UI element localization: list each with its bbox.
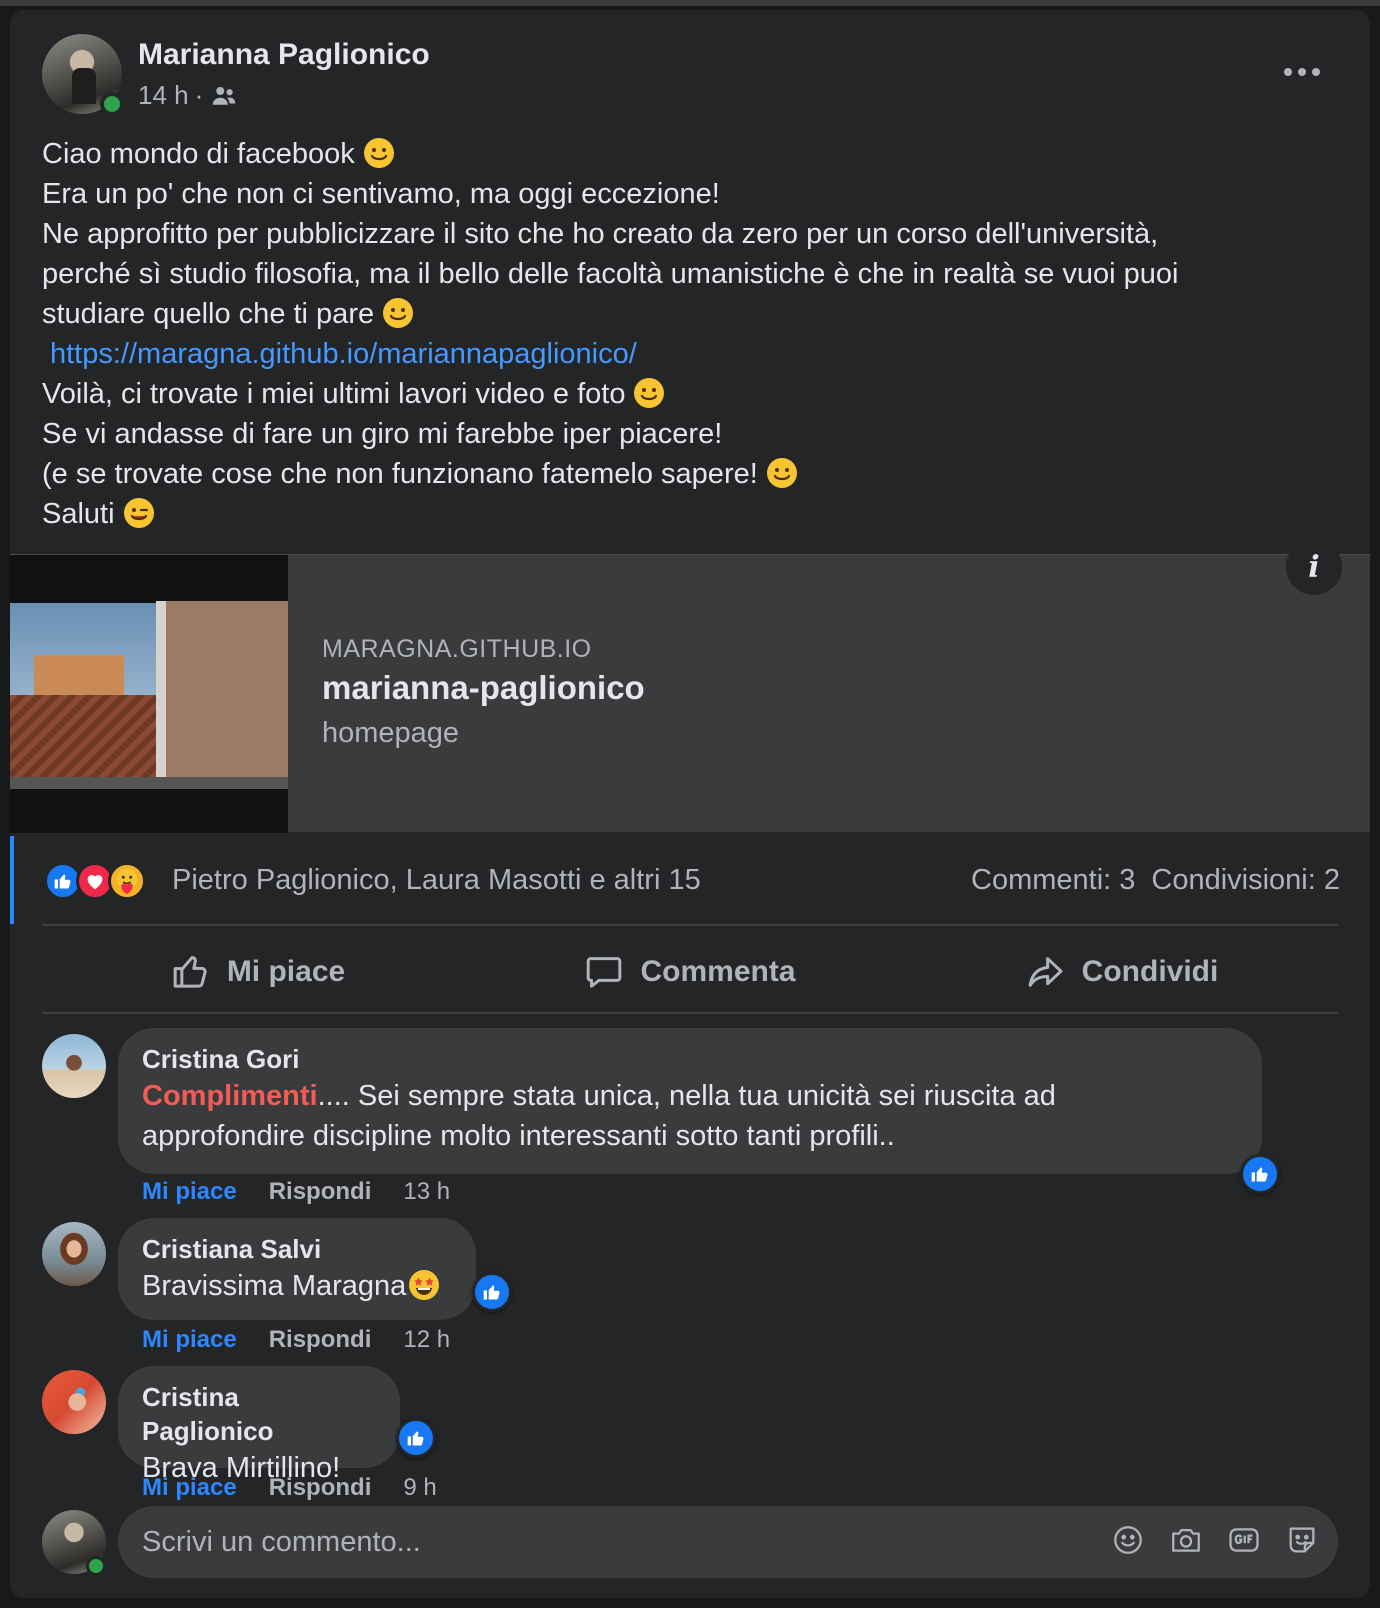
commenter-avatar[interactable] [42,1222,106,1286]
post-line: Ne approfitto per pubblicizzare il sito … [42,218,1159,250]
care-reaction-icon [108,862,146,900]
engagement-counts: Commenti: 3 Condivisioni: 2 [971,864,1340,897]
author-name[interactable]: Marianna Paglionico [138,38,430,72]
link-preview-domain: MARAGNA.GITHUB.IO [322,635,592,663]
meta-separator: · [194,80,204,110]
smile-emoji-icon [363,138,394,168]
divider [42,924,1338,926]
reaction-icons[interactable] [44,862,146,900]
more-dot-icon [1284,68,1292,76]
comment-like-badge[interactable] [1240,1154,1280,1194]
more-options-button[interactable] [1274,54,1330,90]
post-line: Saluti [42,494,1332,534]
comment-reply-link[interactable]: Rispondi [269,1178,372,1206]
gif-icon [1229,1528,1259,1552]
post-line: perché sì studio filosofia, ma il bello … [42,258,1179,290]
sticker-icon [1289,1527,1315,1553]
post-text: Ciao mondo di facebook Era un po' che no… [42,134,1332,534]
comment-input[interactable] [142,1522,1042,1562]
comment-button-label: Commenta [640,955,796,988]
sticker-button[interactable] [1284,1522,1320,1558]
reactions-bar: Pietro Paglionico, Laura Masotti e altri… [10,836,1370,924]
comment-actions: Mi piace Rispondi 12 h [142,1326,450,1354]
wink-emoji-icon [123,498,154,528]
thumbs-up-icon [173,956,207,988]
online-status-dot [100,92,124,116]
post-card: Marianna Paglionico 14 h · Ciao mondo di… [10,10,1370,1598]
post-line: Voilà, ci trovate i miei ultimi lavori v… [42,374,1332,414]
post-line: studiare quello che ti pare [42,294,1332,334]
smile-emoji-icon [383,298,414,328]
comment-composer [118,1506,1338,1578]
comment-time[interactable]: 12 h [403,1326,450,1354]
commenter-name[interactable]: Cristina Gori [142,1042,1238,1076]
comment-actions: Mi piace Rispondi 13 h [142,1178,450,1206]
more-dot-icon [1298,68,1306,76]
comment-text: Bravissima Maragna [142,1266,452,1306]
post-link-line: https://maragna.github.io/mariannapaglio… [42,334,1332,374]
comment-like-badge[interactable] [472,1272,512,1312]
commenter-avatar[interactable] [42,1370,106,1434]
link-preview-title[interactable]: marianna-paglionico [322,669,645,707]
friends-icon[interactable] [209,81,239,111]
like-button-label: Mi piace [226,955,346,988]
commenter-avatar[interactable] [42,1034,106,1098]
comment-time[interactable]: 13 h [403,1178,450,1206]
share-button[interactable]: Condividi [906,932,1338,1012]
comment-like-link[interactable]: Mi piace [142,1326,237,1354]
smile-emoji-icon [634,378,665,408]
comments-count[interactable]: Commenti: 3 [971,864,1135,897]
comment-reply-link[interactable]: Rispondi [269,1474,372,1502]
comment-bubble: Cristina Paglionico Brava Mirtillino! [118,1366,400,1484]
comment-time[interactable]: 9 h [403,1474,436,1502]
divider [42,1012,1338,1014]
comment-actions: Mi piace Rispondi 9 h [142,1474,437,1502]
post-line: Se vi andasse di fare un giro mi farebbe… [42,418,723,450]
link-preview-thumbnail[interactable] [10,555,288,833]
camera-button[interactable] [1168,1522,1204,1558]
smile-emoji-icon [766,458,797,488]
comment-highlight: Complimenti [142,1080,318,1112]
emoji-button[interactable] [1110,1522,1146,1558]
gif-button[interactable] [1226,1522,1262,1558]
comment-icon [587,957,622,988]
comment-like-link[interactable]: Mi piace [142,1474,237,1502]
comment-text: approfondire discipline molto interessan… [142,1120,895,1152]
post-link[interactable]: https://maragna.github.io/mariannapaglio… [50,338,637,370]
post-line: Ciao mondo di facebook [42,134,1332,174]
comment-bubble: Cristiana Salvi Bravissima Maragna [118,1218,476,1320]
post-line: (e se trovate cose che non funzionano fa… [42,454,1332,494]
camera-icon [1172,1528,1200,1552]
more-dot-icon [1312,68,1320,76]
comment-like-badge[interactable] [396,1418,436,1458]
star-struck-emoji-icon [409,1270,440,1300]
like-button[interactable]: Mi piace [42,932,474,1012]
comment-like-link[interactable]: Mi piace [142,1178,237,1206]
comment-button[interactable]: Commenta [474,932,906,1012]
comment-text: Complimenti.... Sei sempre stata unica, … [142,1080,1056,1112]
shares-count[interactable]: Condivisioni: 2 [1151,864,1340,897]
link-preview-subtitle: homepage [322,717,460,749]
share-arrow-icon [1028,957,1063,987]
top-border [0,0,1380,6]
post-meta: 14 h · [138,80,239,111]
share-button-label: Condividi [1081,955,1219,988]
post-time[interactable]: 14 h [138,80,189,111]
post-actions: Mi piace Commenta Condividi [42,932,1338,1012]
reaction-names[interactable]: Pietro Paglionico, Laura Masotti e altri… [172,864,701,897]
online-status-dot [86,1556,106,1576]
info-button[interactable]: i [1286,539,1342,595]
emoji-icon [1114,1526,1142,1554]
link-preview[interactable]: MARAGNA.GITHUB.IO marianna-paglionico ho… [10,539,1370,833]
post-line: Era un po' che non ci sentivamo, ma oggi… [42,178,720,210]
comment-bubble: Cristina Gori Complimenti.... Sei sempre… [118,1028,1262,1174]
comment-reply-link[interactable]: Rispondi [269,1326,372,1354]
commenter-name[interactable]: Cristina Paglionico [142,1380,376,1448]
commenter-name[interactable]: Cristiana Salvi [142,1232,452,1266]
composer-icons [1110,1522,1320,1558]
